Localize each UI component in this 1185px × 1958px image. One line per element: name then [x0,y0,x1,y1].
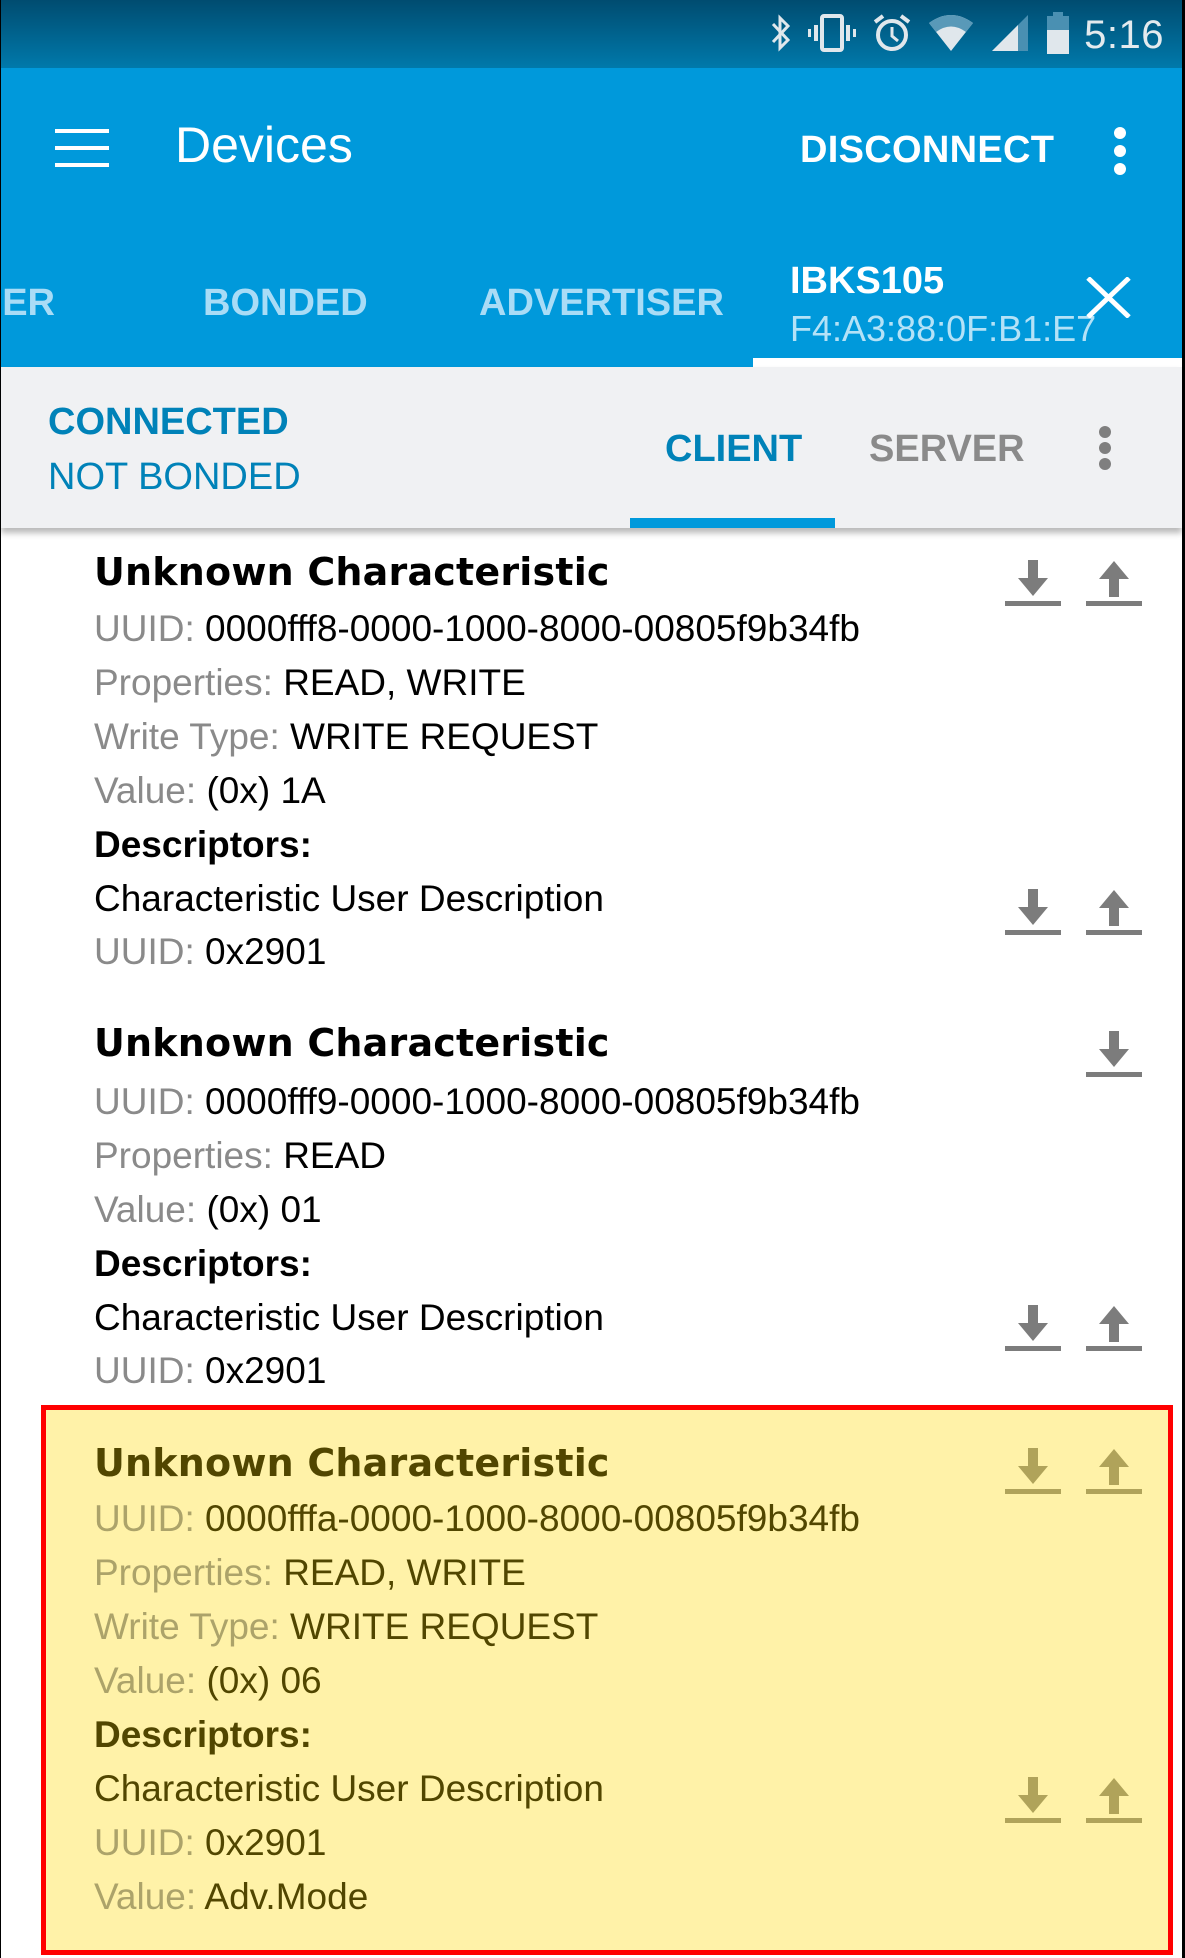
descriptor-read-icon[interactable] [1004,1305,1062,1353]
value-label: Value: [94,1876,197,1917]
value-text: (0x) 1A [206,770,326,811]
characteristic-uuid: UUID: 0000fffa-0000-1000-8000-00805f9b34… [94,1500,860,1537]
descriptors-heading: Descriptors: [94,1714,312,1755]
descriptor-write-icon[interactable] [1085,1305,1143,1353]
properties-label: Properties: [94,662,273,703]
descriptor-read-icon[interactable] [1004,889,1062,937]
battery-icon [1046,11,1070,59]
bond-state: NOT BONDED [48,456,301,498]
uuid-value: 0x2901 [205,931,327,972]
uuid-value: 0x2901 [205,1350,327,1391]
uuid-label: UUID: [94,1498,195,1539]
write-type-label: Write Type: [94,1606,280,1647]
characteristic-uuid: UUID: 0000fff9-0000-1000-8000-00805f9b34… [94,1083,860,1120]
value-text: Adv.Mode [204,1876,369,1917]
more-vert-icon[interactable] [1109,125,1131,177]
descriptor-value: Value: Adv.Mode [94,1878,368,1915]
tab-advertiser[interactable]: ADVERTISER [479,284,724,322]
descriptor-uuid: UUID: 0x2901 [94,1824,326,1861]
app-title: Devices [175,117,353,173]
descriptor-uuid: UUID: 0x2901 [94,933,326,970]
characteristic-value: Value: (0x) 01 [94,1191,322,1228]
uuid-label: UUID: [94,1350,195,1391]
wifi-icon [928,13,974,58]
tab-device-name[interactable]: IBKS105 [790,262,944,300]
descriptor-name: Characteristic User Description [94,878,604,919]
bluetooth-icon [770,13,792,58]
value-label: Value: [94,1189,197,1230]
value-text: (0x) 01 [206,1189,322,1230]
write-type-value: WRITE REQUEST [290,716,599,757]
characteristic-write-type: Write Type: WRITE REQUEST [94,718,598,755]
descriptor-write-icon[interactable] [1085,1777,1143,1825]
uuid-label: UUID: [94,1081,195,1122]
characteristic-value: Value: (0x) 06 [94,1662,322,1699]
characteristic-name: Unknown Characteristic [94,1441,610,1485]
properties-label: Properties: [94,1135,273,1176]
characteristic-properties: Properties: READ [94,1137,386,1174]
write-type-label: Write Type: [94,716,280,757]
descriptor-uuid: UUID: 0x2901 [94,1352,326,1389]
disconnect-button[interactable]: DISCONNECT [800,131,1054,169]
status-bar: 5:16 [1,0,1182,68]
tab-client[interactable]: CLIENT [665,430,802,468]
characteristic-properties: Properties: READ, WRITE [94,1554,526,1591]
value-label: Value: [94,770,197,811]
read-icon[interactable] [1004,560,1062,608]
descriptors-heading: Descriptors: [94,1243,312,1284]
characteristic-name: Unknown Characteristic [94,550,610,594]
connection-state: CONNECTED [48,401,289,443]
write-icon[interactable] [1085,1448,1143,1496]
tab-scanner[interactable]: SCANNER [1,284,55,322]
uuid-value: 0000fffa-0000-1000-8000-00805f9b34fb [205,1498,860,1539]
descriptors-heading: Descriptors: [94,824,312,865]
write-icon[interactable] [1085,560,1143,608]
write-type-value: WRITE REQUEST [290,1606,599,1647]
properties-value: READ [283,1135,387,1176]
value-label: Value: [94,1660,197,1701]
screen: 5:16 Devices DISCONNECT SCANNER BONDED A… [1,0,1182,1958]
characteristic-write-type: Write Type: WRITE REQUEST [94,1608,598,1645]
descriptor-write-icon[interactable] [1085,889,1143,937]
close-icon[interactable] [1083,276,1134,319]
vibrate-icon [808,13,857,58]
characteristic-properties: Properties: READ, WRITE [94,664,526,701]
tab-server[interactable]: SERVER [869,430,1025,468]
characteristic-name: Unknown Characteristic [94,1021,610,1065]
more-vert-icon[interactable] [1094,424,1116,472]
characteristic-value: Value: (0x) 1A [94,772,326,809]
descriptor-name: Characteristic User Description [94,1768,604,1809]
uuid-value: 0x2901 [205,1822,327,1863]
uuid-value: 0000fff9-0000-1000-8000-00805f9b34fb [205,1081,860,1122]
tab-device-address[interactable]: F4:A3:88:0F:B1:E7 [790,311,1096,347]
properties-label: Properties: [94,1552,273,1593]
properties-value: READ, WRITE [283,662,526,703]
read-icon[interactable] [1004,1448,1062,1496]
alarm-icon [872,13,912,58]
cellular-signal-icon [990,13,1030,58]
status-time: 5:16 [1084,12,1164,57]
uuid-label: UUID: [94,608,195,649]
uuid-label: UUID: [94,1822,195,1863]
subtab-active-indicator [630,518,835,528]
descriptor-name: Characteristic User Description [94,1297,604,1338]
tab-active-indicator [753,358,1182,367]
read-icon[interactable] [1085,1031,1143,1079]
descriptor-read-icon[interactable] [1004,1777,1062,1825]
properties-value: READ, WRITE [283,1552,526,1593]
app-bar: Devices DISCONNECT SCANNER BONDED ADVERT… [1,68,1182,367]
hamburger-menu-icon[interactable] [55,129,109,167]
uuid-value: 0000fff8-0000-1000-8000-00805f9b34fb [205,608,860,649]
value-text: (0x) 06 [206,1660,322,1701]
tab-bonded[interactable]: BONDED [203,284,368,322]
characteristic-uuid: UUID: 0000fff8-0000-1000-8000-00805f9b34… [94,610,860,647]
uuid-label: UUID: [94,931,195,972]
connection-panel: CONNECTED NOT BONDED CLIENT SERVER [1,367,1182,528]
